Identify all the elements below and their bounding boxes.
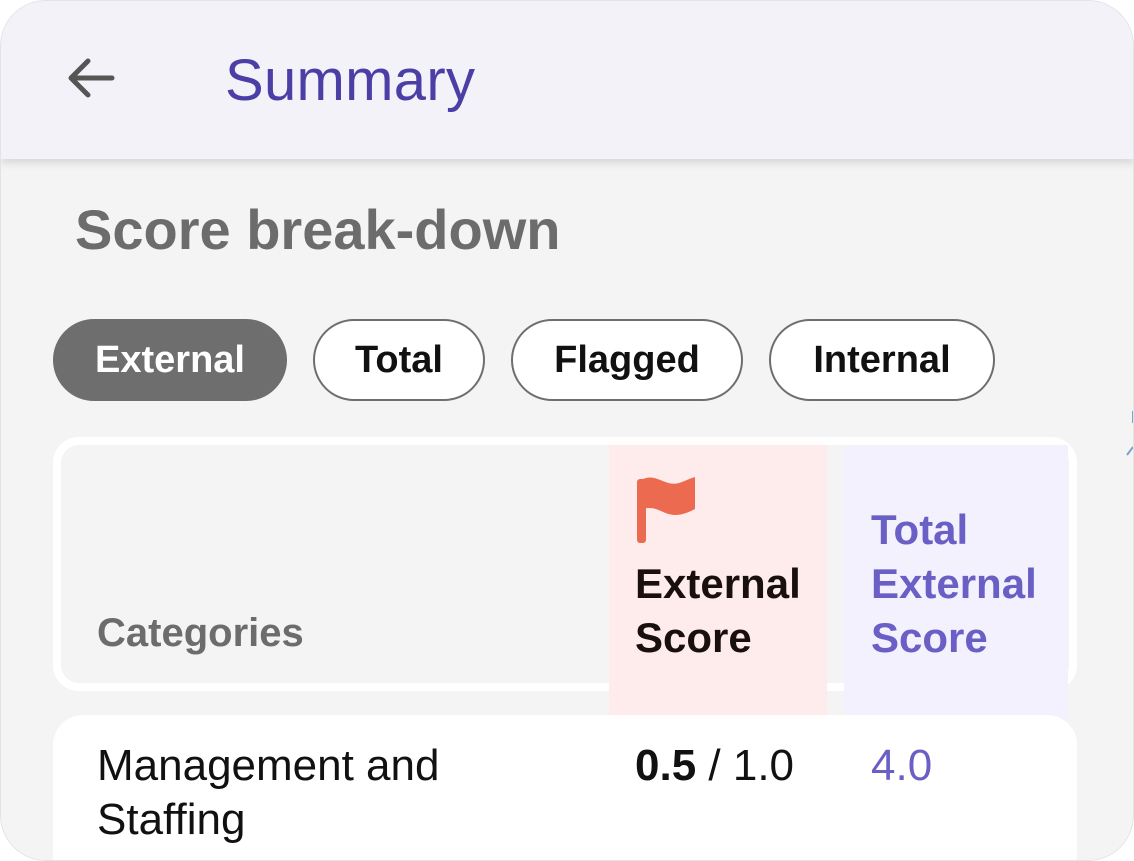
page-title: Summary	[225, 48, 476, 113]
app-bar: Summary	[1, 1, 1133, 159]
header-total-external-score: Total External Score	[871, 506, 1037, 661]
arrow-left-icon	[68, 58, 115, 98]
phone-screen: Summary Score break-down External Total …	[0, 0, 1134, 861]
row-score-value: 0.5	[635, 741, 697, 790]
filter-chip-flagged[interactable]: Flagged	[511, 319, 743, 401]
row-total-score: 4.0	[871, 741, 933, 790]
back-button[interactable]	[57, 45, 123, 111]
filter-chips: External Total Flagged Internal	[53, 319, 995, 401]
header-categories: Categories	[97, 611, 304, 655]
section-title: Score break-down	[75, 198, 561, 261]
flag-icon	[637, 477, 695, 543]
row-category: Management and Staffing	[97, 741, 440, 844]
filter-chip-internal[interactable]: Internal	[769, 319, 995, 401]
edge-decoration	[1126, 411, 1133, 456]
header-external-score: External Score	[635, 560, 801, 661]
filter-chip-total[interactable]: Total	[313, 319, 485, 401]
row-external-score: 0.5 / 1.0	[635, 739, 794, 793]
row-score-max: / 1.0	[708, 741, 795, 790]
filter-chip-external[interactable]: External	[53, 319, 287, 401]
